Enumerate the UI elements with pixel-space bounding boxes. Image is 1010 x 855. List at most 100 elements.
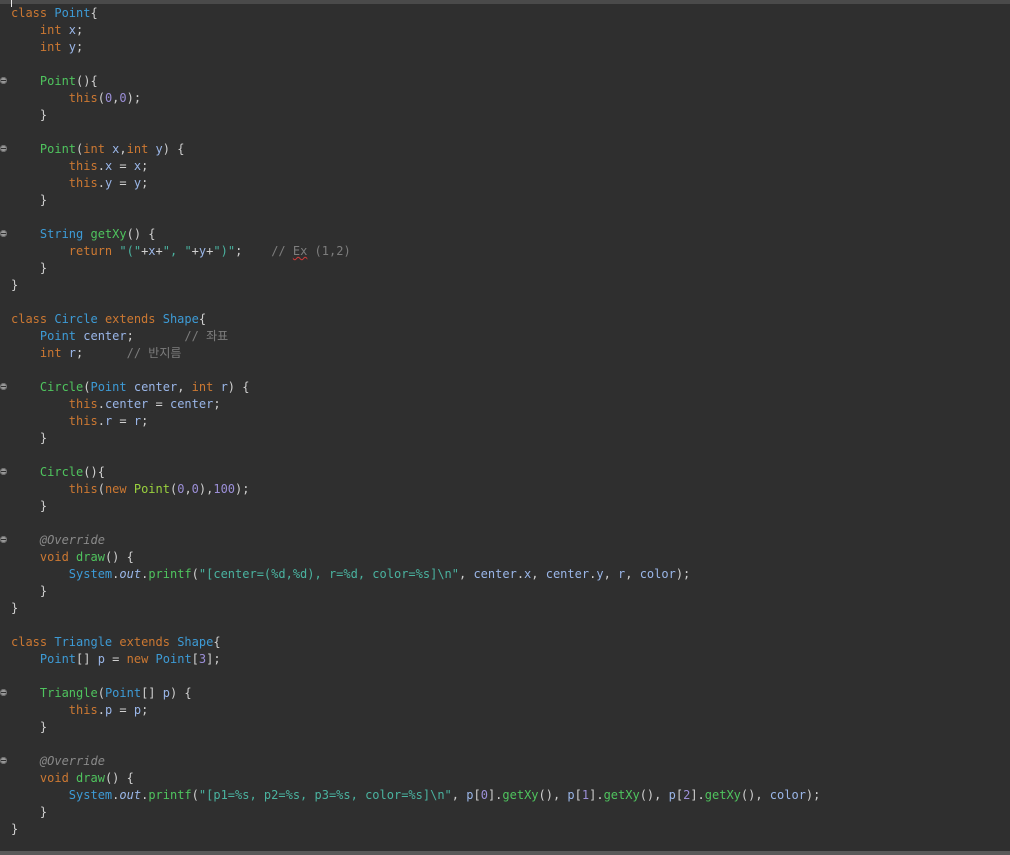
code-token: () { <box>104 771 134 785</box>
code-token: getXy <box>603 788 640 802</box>
code-token: center <box>169 397 214 411</box>
code-token: . <box>97 159 105 173</box>
code-line[interactable]: class Triangle extends Shape{ <box>0 634 1010 651</box>
code-line[interactable]: Point[] p = new Point[3]; <box>0 651 1010 668</box>
code-line[interactable] <box>0 447 1010 464</box>
code-token: ]; <box>206 652 221 666</box>
code-token: = <box>104 652 127 666</box>
code-token: int <box>191 380 221 394</box>
collapse-fold-icon[interactable] <box>0 689 7 696</box>
code-token: } <box>11 193 48 207</box>
code-token: ; <box>76 23 84 37</box>
code-line[interactable]: String getXy() { <box>0 226 1010 243</box>
collapse-fold-icon[interactable] <box>0 536 7 543</box>
code-line[interactable]: this.p = p; <box>0 702 1010 719</box>
code-token: ", " <box>162 244 192 258</box>
code-line[interactable]: } <box>0 804 1010 821</box>
code-line[interactable]: } <box>0 498 1010 515</box>
code-line[interactable]: Circle(Point center, int r) { <box>0 379 1010 396</box>
collapse-fold-icon[interactable] <box>0 383 7 390</box>
code-token: Triangle <box>11 686 98 700</box>
code-token: x <box>68 23 77 37</box>
code-token: [ <box>574 788 582 802</box>
code-line[interactable]: } <box>0 583 1010 600</box>
code-line[interactable] <box>0 124 1010 141</box>
code-token: class <box>11 6 55 20</box>
collapse-fold-icon[interactable] <box>0 145 7 152</box>
code-line[interactable]: this.x = x; <box>0 158 1010 175</box>
code-token: ; <box>141 159 149 173</box>
code-token: . <box>97 703 105 717</box>
code-line[interactable] <box>0 56 1010 73</box>
code-line[interactable]: } <box>0 260 1010 277</box>
code-line[interactable]: } <box>0 821 1010 838</box>
code-token: p <box>133 703 142 717</box>
code-token: } <box>11 108 48 122</box>
code-line[interactable]: } <box>0 277 1010 294</box>
collapse-fold-icon[interactable] <box>0 468 7 475</box>
code-token: 100 <box>213 482 236 496</box>
code-token: ); <box>126 91 142 105</box>
code-line[interactable]: class Circle extends Shape{ <box>0 311 1010 328</box>
code-line[interactable]: int y; <box>0 39 1010 56</box>
code-token: ( <box>97 482 105 496</box>
code-line[interactable]: } <box>0 192 1010 209</box>
collapse-fold-icon[interactable] <box>0 230 7 237</box>
code-line[interactable]: } <box>0 719 1010 736</box>
code-token: Point <box>11 74 77 88</box>
code-line[interactable]: } <box>0 107 1010 124</box>
code-token: = <box>148 397 170 411</box>
code-token: p <box>97 652 105 666</box>
code-token: y <box>155 142 163 156</box>
code-token: this <box>11 159 98 173</box>
code-line[interactable]: } <box>0 430 1010 447</box>
code-token: 0 <box>191 482 199 496</box>
code-line[interactable] <box>0 736 1010 753</box>
code-token: ; <box>76 346 127 360</box>
code-line[interactable] <box>0 515 1010 532</box>
code-line[interactable]: this.y = y; <box>0 175 1010 192</box>
code-token: Point <box>11 652 77 666</box>
code-line[interactable]: int r; // 반지름 <box>0 345 1010 362</box>
code-line[interactable]: int x; <box>0 22 1010 39</box>
code-line[interactable] <box>0 617 1010 634</box>
code-line[interactable]: Triangle(Point[] p) { <box>0 685 1010 702</box>
code-line[interactable]: void draw() { <box>0 549 1010 566</box>
code-line[interactable]: Point(){ <box>0 73 1010 90</box>
code-line[interactable]: this(new Point(0,0),100); <box>0 481 1010 498</box>
code-token: center <box>104 397 149 411</box>
code-line[interactable]: @Override <box>0 532 1010 549</box>
code-editor[interactable]: class Point{ int x; int y; Point(){ this… <box>0 5 1010 838</box>
code-line[interactable] <box>0 209 1010 226</box>
code-token: = <box>112 414 134 428</box>
code-token: y <box>68 40 77 54</box>
code-token: p <box>162 686 170 700</box>
code-token: Point <box>11 329 84 343</box>
code-line[interactable] <box>0 362 1010 379</box>
code-token: Shape <box>177 635 214 649</box>
code-token: // <box>271 244 293 258</box>
code-line[interactable] <box>0 294 1010 311</box>
code-line[interactable]: } <box>0 600 1010 617</box>
collapse-fold-icon[interactable] <box>0 757 7 764</box>
horizontal-scrollbar[interactable] <box>0 851 1010 855</box>
code-line[interactable]: Point(int x,int y) { <box>0 141 1010 158</box>
code-line[interactable]: this.r = r; <box>0 413 1010 430</box>
code-token: out <box>119 567 142 581</box>
code-line[interactable]: @Override <box>0 753 1010 770</box>
code-token: } <box>11 261 48 275</box>
code-line[interactable]: class Point{ <box>0 5 1010 22</box>
code-line[interactable]: System.out.printf("[center=(%d,%d), r=%d… <box>0 566 1010 583</box>
code-line[interactable]: return "("+x+", "+y+")"; // Ex (1,2) <box>0 243 1010 260</box>
code-line[interactable]: Point center; // 좌표 <box>0 328 1010 345</box>
code-line[interactable]: Circle(){ <box>0 464 1010 481</box>
code-token: "[p1=%s, p2=%s, p3=%s, color=%s]\n" <box>198 788 452 802</box>
code-token: this <box>11 91 98 105</box>
code-token: // 좌표 <box>184 329 229 343</box>
code-line[interactable] <box>0 668 1010 685</box>
code-line[interactable]: this.center = center; <box>0 396 1010 413</box>
code-line[interactable]: System.out.printf("[p1=%s, p2=%s, p3=%s,… <box>0 787 1010 804</box>
code-line[interactable]: this(0,0); <box>0 90 1010 107</box>
code-line[interactable]: void draw() { <box>0 770 1010 787</box>
collapse-fold-icon[interactable] <box>0 77 7 84</box>
